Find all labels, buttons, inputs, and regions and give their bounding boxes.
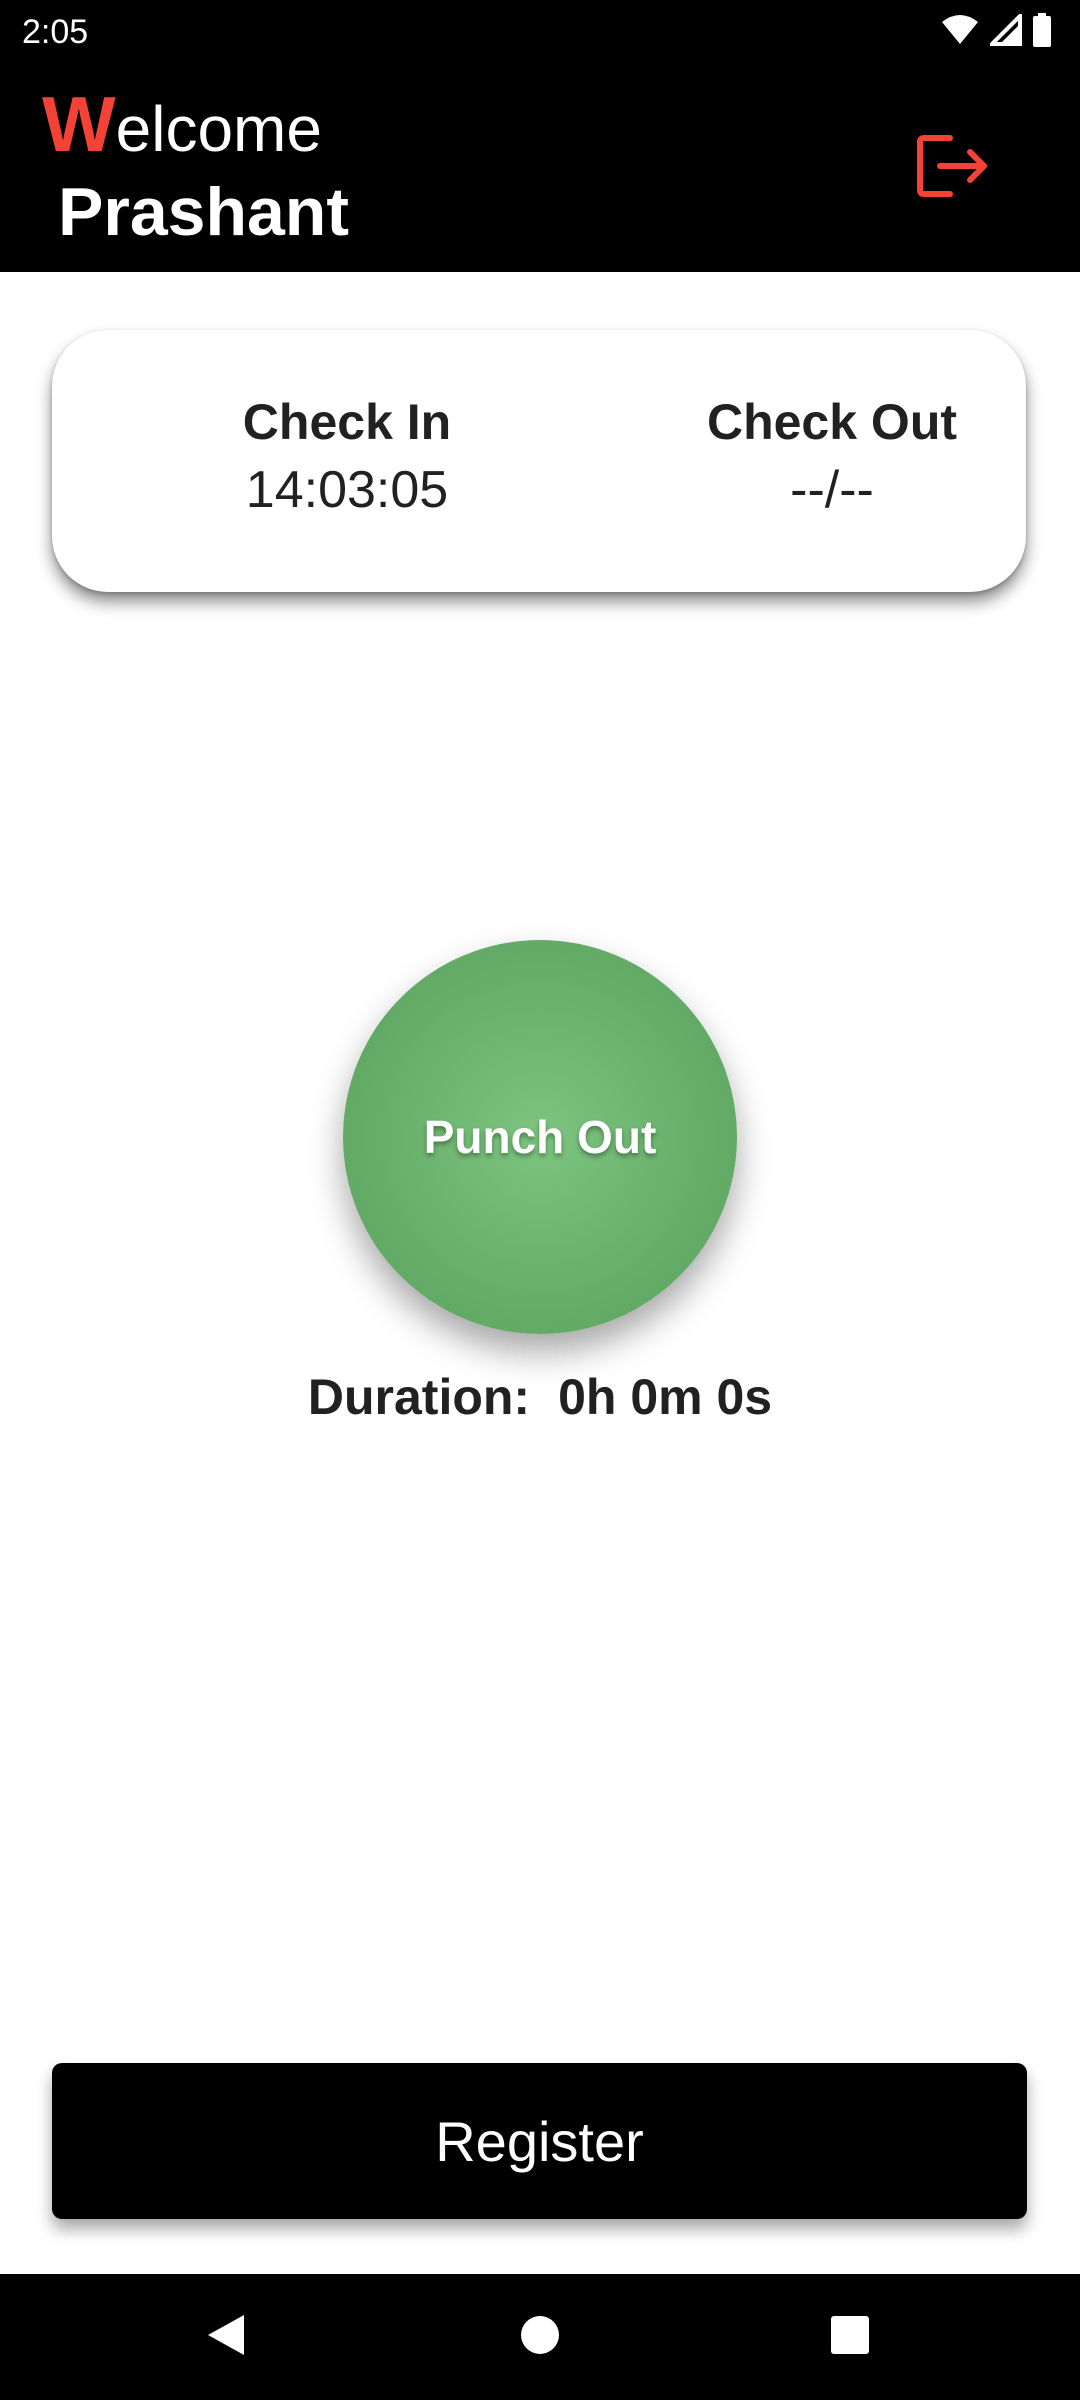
check-in-section: Check In 14:03:05 bbox=[147, 390, 547, 526]
check-in-time: 14:03:05 bbox=[245, 461, 449, 519]
navigation-bar bbox=[0, 2274, 1080, 2400]
punch-out-label: Punch Out bbox=[423, 1111, 657, 1163]
status-icons bbox=[940, 10, 1052, 52]
check-out-time: --/-- bbox=[790, 461, 874, 519]
logout-button[interactable] bbox=[916, 132, 992, 200]
check-card: Check In 14:03:05 Check Out --/-- bbox=[52, 330, 1026, 592]
status-time: 2:05 bbox=[22, 13, 89, 51]
welcome-rest: elcome bbox=[115, 93, 322, 165]
back-button[interactable] bbox=[196, 2307, 256, 2367]
recents-button[interactable] bbox=[820, 2307, 880, 2367]
register-label: Register bbox=[435, 2109, 644, 2173]
welcome-text: Welcome bbox=[42, 84, 322, 169]
header: Welcome Prashant bbox=[0, 64, 1080, 272]
user-name: Prashant bbox=[58, 174, 349, 250]
home-button[interactable] bbox=[510, 2307, 570, 2367]
cell-signal-icon bbox=[987, 10, 1022, 51]
status-bar: 2:05 bbox=[0, 0, 1080, 64]
duration-label: Duration: bbox=[307, 1369, 531, 1425]
check-in-label: Check In bbox=[242, 394, 452, 450]
duration-value: 0h 0m 0s bbox=[558, 1369, 773, 1425]
punch-out-button[interactable]: Punch Out bbox=[343, 940, 737, 1334]
back-icon bbox=[204, 2311, 248, 2364]
home-icon bbox=[519, 2314, 561, 2361]
app-screen: 2:05 Welcome Prashant Check In 14:03:05 … bbox=[0, 0, 1080, 2400]
logout-icon bbox=[916, 135, 992, 204]
wifi-icon bbox=[940, 14, 980, 51]
check-out-label: Check Out bbox=[706, 394, 958, 450]
duration-text: Duration: 0h 0m 0s bbox=[0, 1362, 1080, 1432]
register-button[interactable]: Register bbox=[52, 2063, 1027, 2219]
welcome-initial: W bbox=[42, 80, 116, 168]
battery-icon bbox=[1032, 12, 1052, 52]
recents-icon bbox=[829, 2314, 871, 2361]
check-out-section: Check Out --/-- bbox=[632, 390, 1032, 526]
